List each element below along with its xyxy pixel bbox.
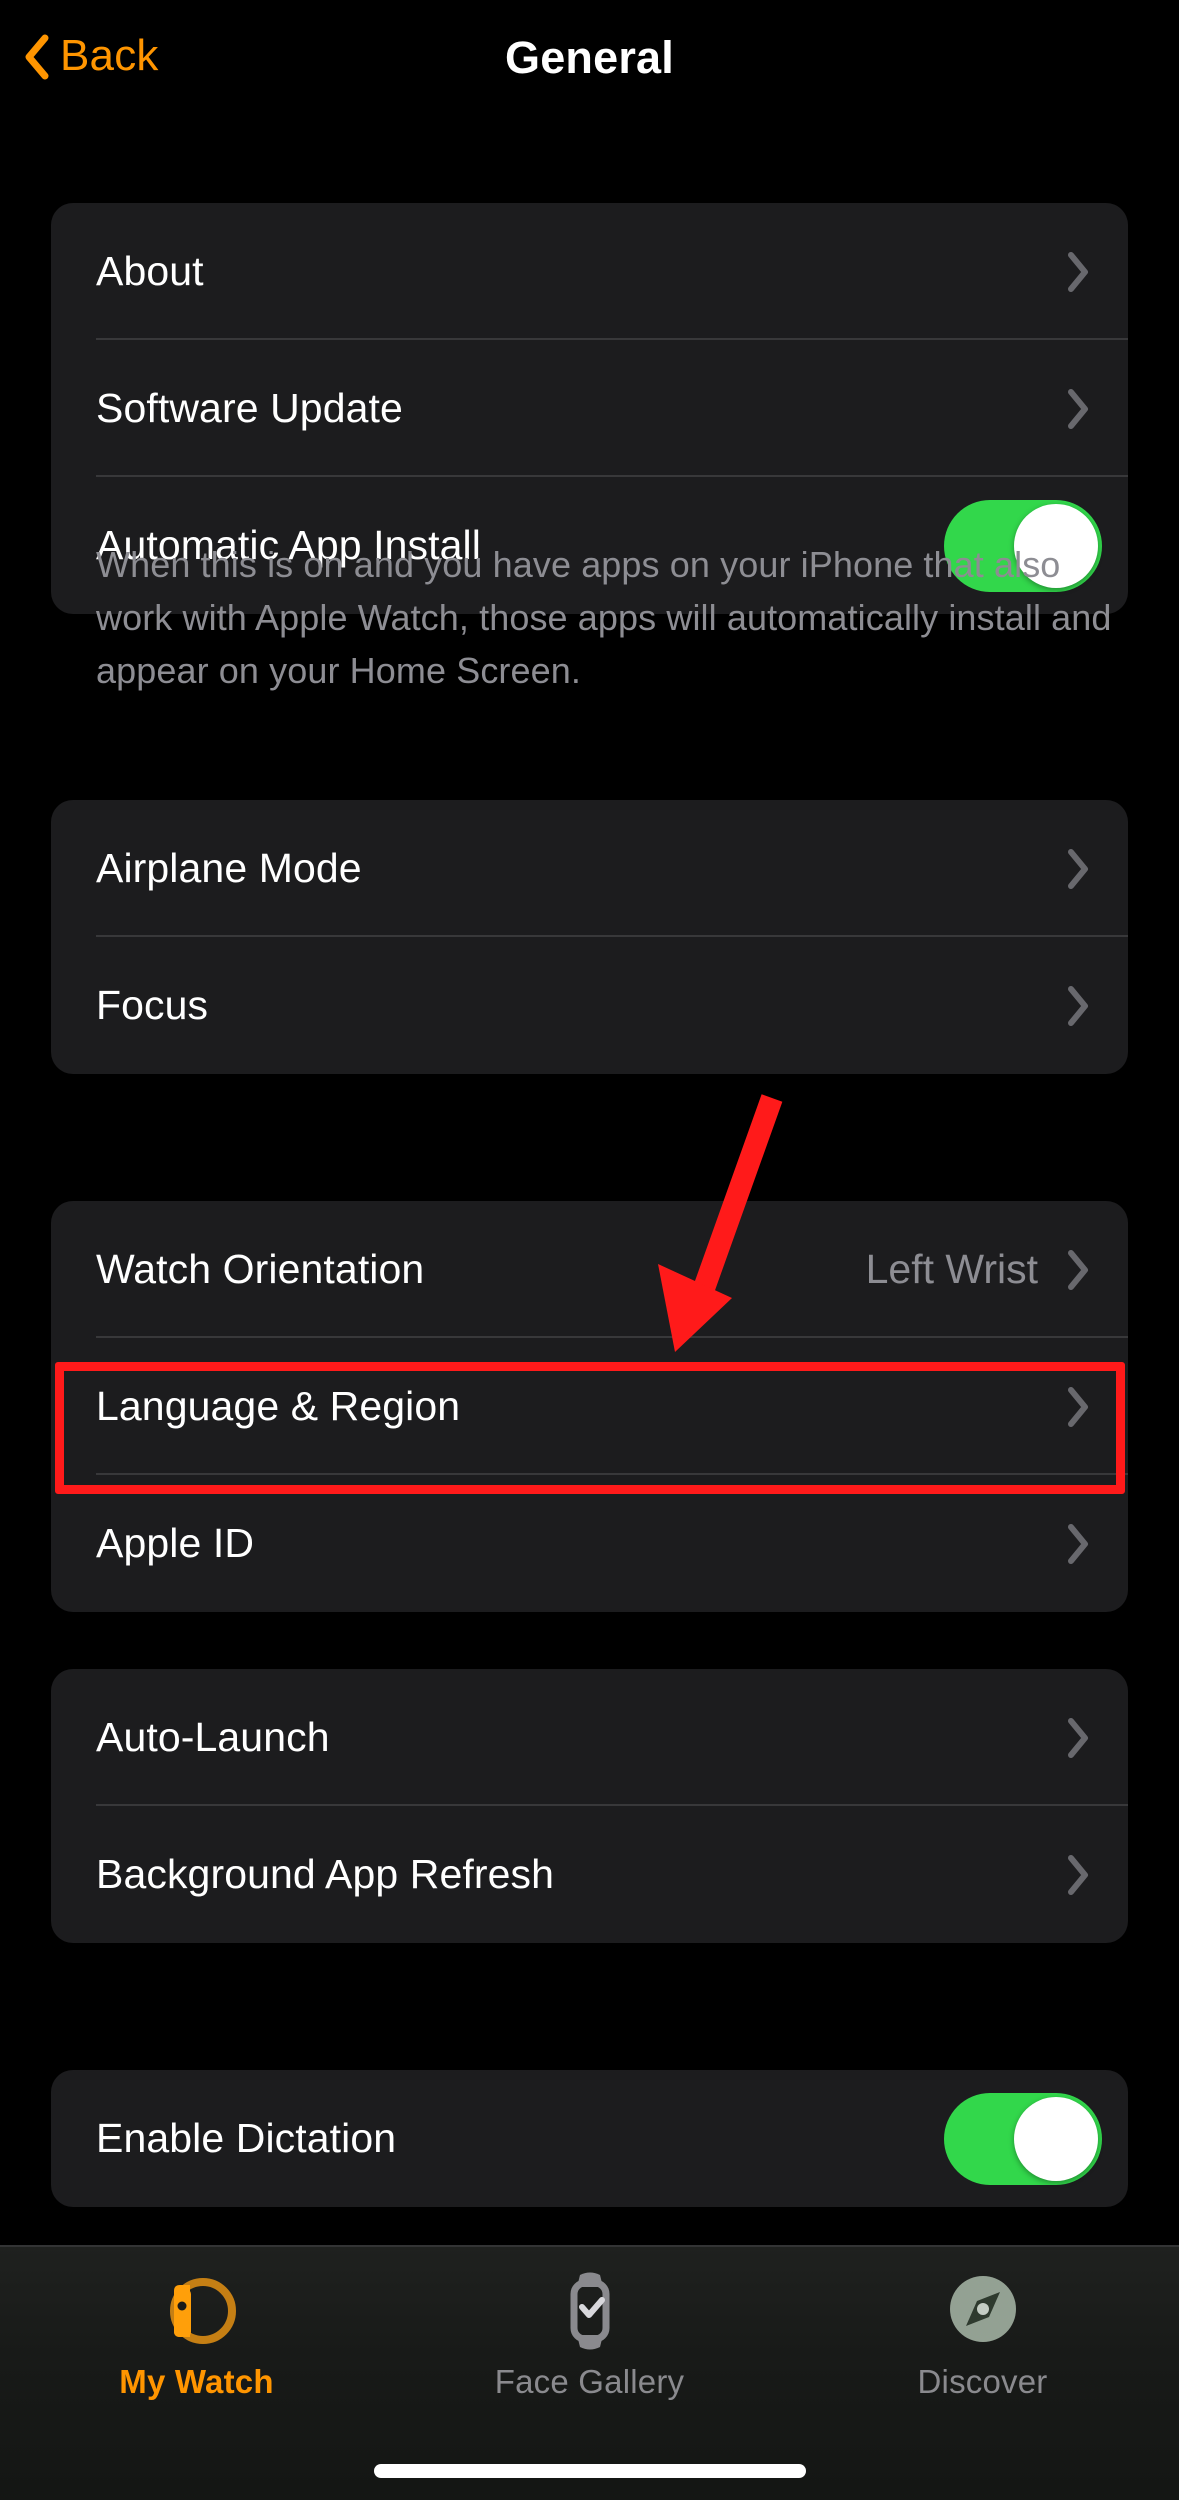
tab-face-gallery[interactable]: Face Gallery xyxy=(393,2247,786,2432)
settings-group-device: Watch Orientation Left Wrist Language & … xyxy=(51,1201,1128,1612)
tab-discover[interactable]: Discover xyxy=(786,2247,1179,2432)
chevron-right-icon xyxy=(1056,387,1100,431)
row-label: Airplane Mode xyxy=(96,845,362,891)
row-about[interactable]: About xyxy=(51,203,1128,340)
row-enable-dictation[interactable]: Enable Dictation xyxy=(51,2070,1128,2207)
row-language-and-region[interactable]: Language & Region xyxy=(51,1338,1128,1475)
tab-label: Face Gallery xyxy=(494,2363,685,2400)
enable-dictation-toggle[interactable] xyxy=(944,2092,1102,2185)
row-label: Background App Refresh xyxy=(96,1851,555,1897)
watch-orientation-value: Left Wrist xyxy=(865,1246,1038,1292)
chevron-right-icon xyxy=(1056,1853,1100,1897)
home-indicator[interactable] xyxy=(373,2464,806,2478)
row-label: Software Update xyxy=(96,385,403,431)
tab-label: My Watch xyxy=(119,2363,274,2400)
settings-scroll-view[interactable]: About Software Update Automatic App Inst… xyxy=(0,140,1179,2245)
row-watch-orientation[interactable]: Watch Orientation Left Wrist xyxy=(51,1201,1128,1338)
chevron-right-icon xyxy=(1056,250,1100,294)
toggle-knob xyxy=(1014,2096,1098,2181)
navigation-bar: Back General xyxy=(0,0,1179,140)
row-auto-launch[interactable]: Auto-Launch xyxy=(51,1669,1128,1806)
row-apple-id[interactable]: Apple ID xyxy=(51,1475,1128,1612)
row-software-update[interactable]: Software Update xyxy=(51,340,1128,477)
row-label: Apple ID xyxy=(96,1520,255,1566)
row-label: About xyxy=(96,248,204,294)
row-label: Auto-Launch xyxy=(96,1714,330,1760)
watch-side-icon xyxy=(151,2265,243,2357)
automatic-app-install-footer-note: When this is on and you have apps on you… xyxy=(96,544,1112,691)
row-label: Language & Region xyxy=(96,1383,461,1429)
settings-group-dictation: Enable Dictation xyxy=(51,2070,1128,2207)
row-airplane-mode[interactable]: Airplane Mode xyxy=(51,800,1128,937)
chevron-right-icon xyxy=(1056,1522,1100,1566)
row-label: Focus xyxy=(96,982,209,1028)
watch-check-icon xyxy=(544,2265,636,2357)
tab-bar: My Watch Face Gallery Discover xyxy=(0,2245,1179,2500)
tab-my-watch[interactable]: My Watch xyxy=(0,2247,393,2432)
tab-label: Discover xyxy=(917,2363,1048,2400)
row-label: Watch Orientation xyxy=(96,1246,425,1292)
chevron-right-icon xyxy=(1056,1716,1100,1760)
settings-group-connectivity: Airplane Mode Focus xyxy=(51,800,1128,1074)
chevron-right-icon xyxy=(1056,984,1100,1028)
settings-group-apps: Auto-Launch Background App Refresh xyxy=(51,1669,1128,1943)
row-label: Enable Dictation xyxy=(96,2115,397,2161)
compass-icon xyxy=(937,2265,1029,2357)
chevron-right-icon xyxy=(1056,1248,1100,1292)
row-background-app-refresh[interactable]: Background App Refresh xyxy=(51,1806,1128,1943)
chevron-right-icon xyxy=(1056,1385,1100,1429)
row-focus[interactable]: Focus xyxy=(51,937,1128,1074)
chevron-right-icon xyxy=(1056,847,1100,891)
page-title: General xyxy=(505,32,674,83)
app-screen: Back General About Software Update Autom… xyxy=(0,0,1179,2500)
